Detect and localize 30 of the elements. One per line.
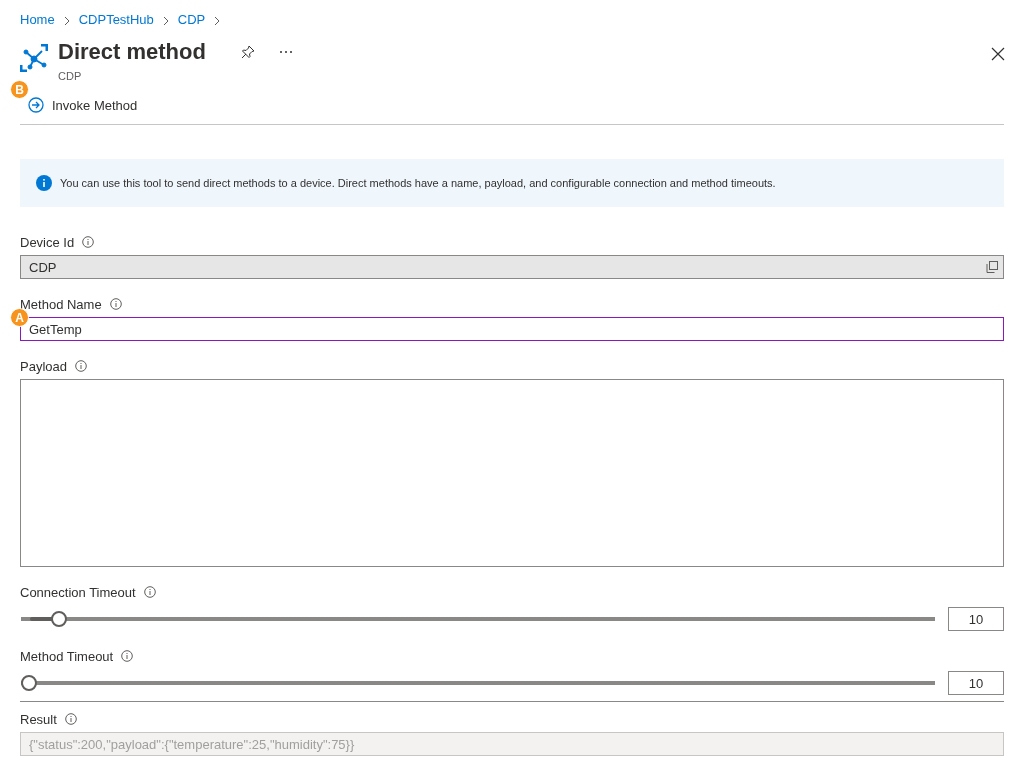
chevron-icon bbox=[161, 14, 170, 24]
number-field[interactable]: 10 bbox=[948, 607, 1004, 631]
callout-badge: B bbox=[10, 80, 29, 99]
breadcrumb-link[interactable]: CDPTestHub bbox=[78, 11, 154, 27]
info-icon bbox=[121, 650, 134, 662]
callout-badge: A bbox=[10, 308, 29, 327]
field-label: Result bbox=[20, 711, 57, 727]
info-icon bbox=[109, 298, 122, 310]
breadcrumb-link[interactable]: CDP bbox=[177, 11, 206, 27]
info-icon bbox=[143, 586, 156, 598]
number-field[interactable]: 10 bbox=[948, 671, 1004, 695]
copy-icon[interactable] bbox=[986, 261, 998, 273]
breadcrumb-link[interactable]: Home bbox=[20, 11, 55, 27]
info-message: You can use this tool to send direct methods to a device. Direct methods have a name, payload, and configurable connection and method timeouts. bbox=[60, 177, 776, 189]
payload-field[interactable] bbox=[20, 379, 1004, 567]
slider-thumb[interactable] bbox=[51, 611, 68, 627]
page-subtitle: CDP bbox=[58, 70, 83, 82]
page-title: Direct method bbox=[58, 38, 206, 66]
field-label: Payload bbox=[20, 358, 67, 374]
chevron-icon bbox=[213, 14, 222, 24]
info-icon bbox=[82, 236, 95, 248]
info-icon bbox=[75, 360, 87, 372]
arrow-circle-icon bbox=[28, 97, 44, 113]
field-label: Connection Timeout bbox=[20, 584, 136, 600]
info-icon bbox=[64, 713, 77, 725]
field-label: Method Timeout bbox=[20, 648, 114, 664]
field-label: Device Id bbox=[20, 234, 75, 250]
info-icon bbox=[36, 175, 52, 191]
chevron-icon bbox=[62, 14, 71, 24]
slider-thumb[interactable] bbox=[21, 675, 37, 691]
